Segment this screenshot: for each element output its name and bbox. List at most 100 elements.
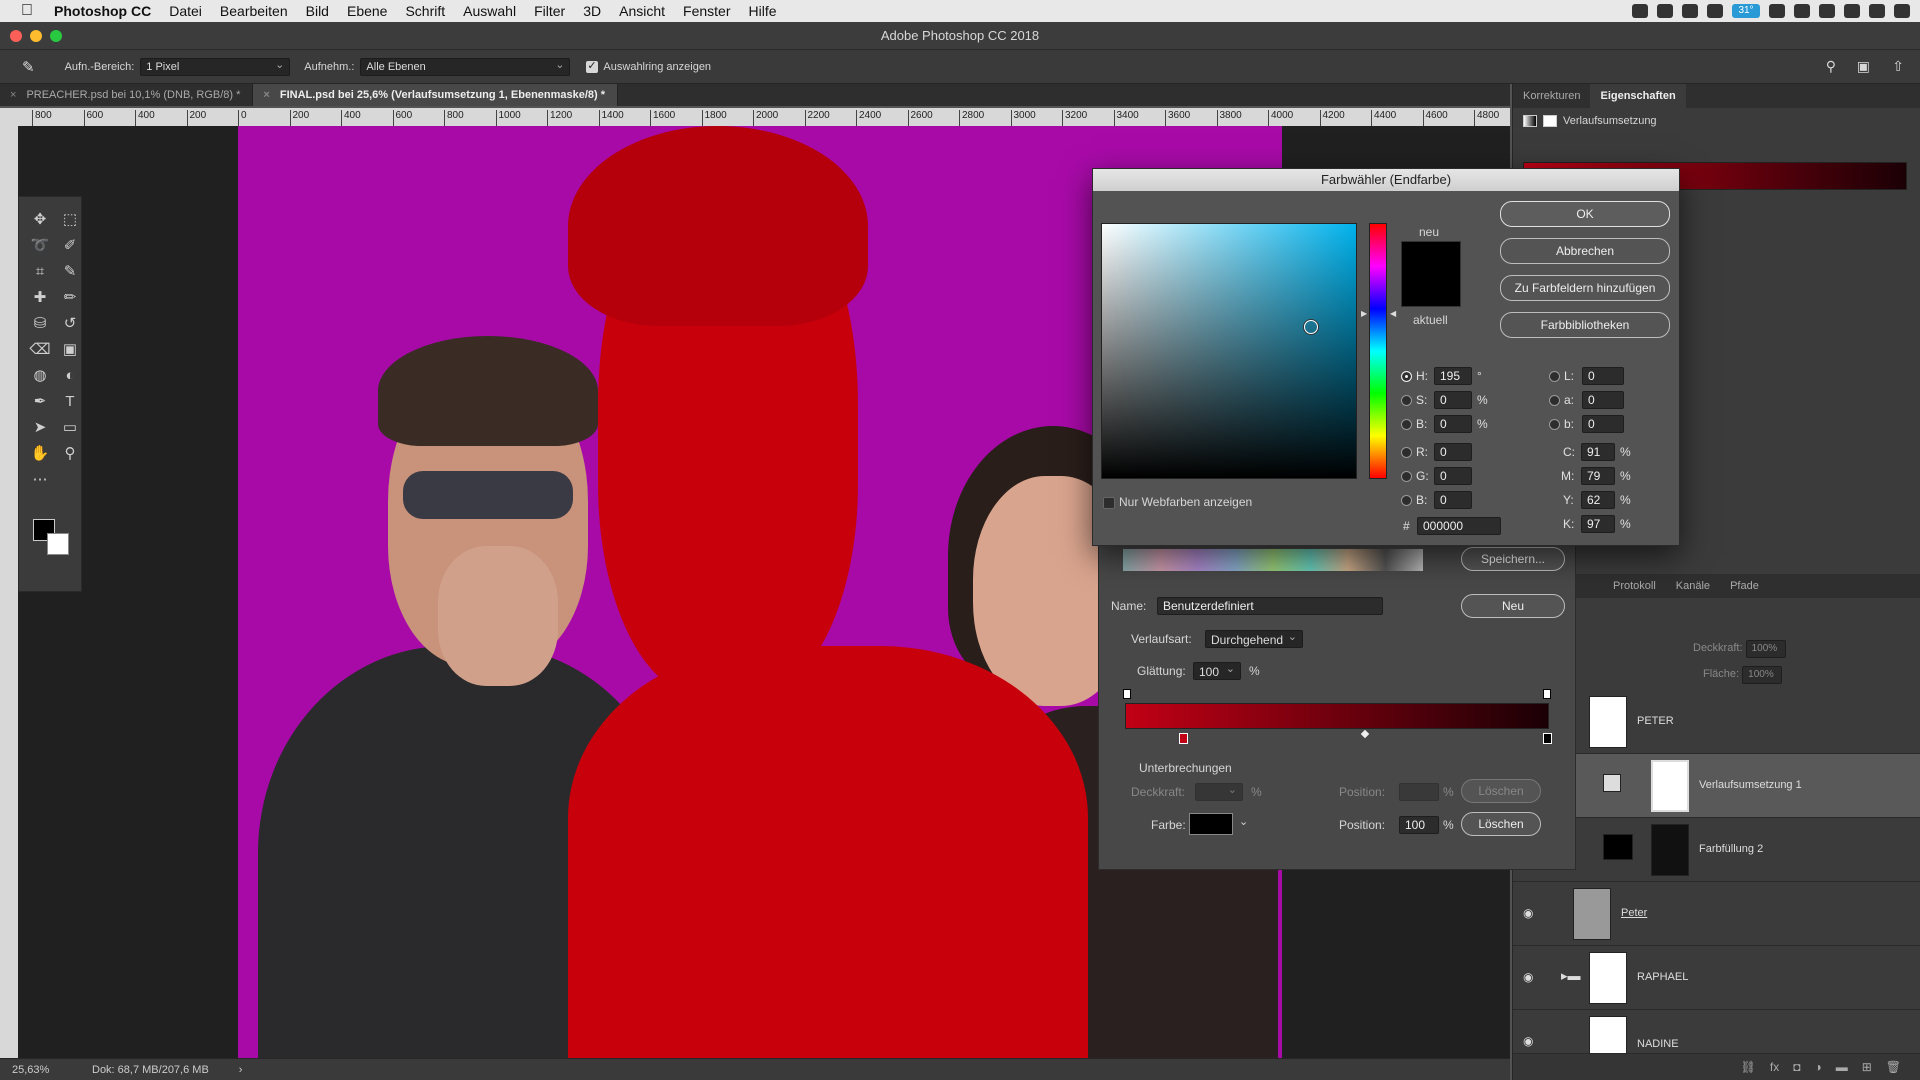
- airplay-icon[interactable]: [1794, 4, 1810, 18]
- saturation-radio[interactable]: [1401, 394, 1412, 406]
- green-field[interactable]: 0: [1434, 467, 1472, 485]
- lab-b-radio[interactable]: [1549, 418, 1560, 430]
- zoom-tool-icon[interactable]: ⚲: [57, 441, 83, 467]
- show-ring-checkbox[interactable]: [586, 59, 599, 73]
- hue-radio[interactable]: [1401, 370, 1412, 382]
- visibility-eye-icon[interactable]: ◉: [1523, 906, 1537, 920]
- wifi-icon[interactable]: [1769, 4, 1785, 18]
- layer-nadine-group[interactable]: ◉ NADINE: [1513, 1010, 1920, 1054]
- hand-tool-icon[interactable]: ✋: [27, 441, 53, 467]
- battery-icon[interactable]: [1819, 4, 1835, 18]
- brightness-field[interactable]: 0: [1434, 415, 1472, 433]
- red-field[interactable]: 0: [1434, 443, 1472, 461]
- stamp-tool-icon[interactable]: ⛁: [27, 311, 53, 337]
- hue-arrow-right-icon[interactable]: ◀: [1390, 309, 1396, 318]
- history-brush-tool-icon[interactable]: ↺: [57, 311, 83, 337]
- lab-b-field[interactable]: 0: [1582, 415, 1624, 433]
- stop-color-position-field[interactable]: 100: [1399, 816, 1439, 834]
- ruler-origin[interactable]: [0, 108, 18, 126]
- horizontal-ruler[interactable]: 800 600 400 200 0 200 400 600 800 1000 1200 1400 160…: [18, 108, 1510, 126]
- color-libraries-button[interactable]: Farbbibliotheken: [1500, 312, 1670, 338]
- menu-ebene[interactable]: Ebene: [347, 3, 387, 19]
- eraser-tool-icon[interactable]: ⌫: [27, 337, 53, 363]
- link-layers-icon[interactable]: ⛓: [1741, 1060, 1756, 1074]
- marquee-tool-icon[interactable]: ⬚: [57, 207, 83, 233]
- black-field[interactable]: 97: [1581, 515, 1615, 533]
- temperature-badge[interactable]: 31°: [1732, 4, 1760, 18]
- adjustment-icon[interactable]: ◑: [1814, 1060, 1821, 1074]
- visibility-eye-icon[interactable]: ◉: [1523, 1034, 1537, 1048]
- notification-icon[interactable]: [1894, 4, 1910, 18]
- move-tool-icon[interactable]: ✥: [27, 207, 53, 233]
- menu-fenster[interactable]: Fenster: [683, 3, 730, 19]
- tab-preacher[interactable]: × PREACHER.psd bei 10,1% (DNB, RGB/8) *: [0, 84, 254, 106]
- cyan-field[interactable]: 91: [1581, 443, 1615, 461]
- tab-kanaele[interactable]: Kanäle: [1666, 574, 1720, 598]
- spotlight-icon[interactable]: [1844, 4, 1860, 18]
- record-icon[interactable]: [1632, 4, 1648, 18]
- green-radio[interactable]: [1401, 470, 1412, 482]
- yellow-field[interactable]: 62: [1581, 491, 1615, 509]
- lab-a-field[interactable]: 0: [1582, 391, 1624, 409]
- add-to-swatches-button[interactable]: Zu Farbfeldern hinzufügen: [1500, 275, 1670, 301]
- cloud-icon[interactable]: [1707, 4, 1723, 18]
- tab-final[interactable]: × FINAL.psd bei 25,6% (Verlaufsumsetzung …: [253, 84, 619, 106]
- delete-color-stop-button[interactable]: Löschen: [1461, 812, 1541, 836]
- blue-field[interactable]: 0: [1434, 491, 1472, 509]
- hex-field[interactable]: 000000: [1417, 517, 1501, 535]
- cancel-button[interactable]: Abbrechen: [1500, 238, 1670, 264]
- more-tools-icon[interactable]: ⋯: [27, 467, 53, 493]
- lab-a-radio[interactable]: [1549, 394, 1560, 406]
- mask-icon[interactable]: [1543, 115, 1557, 127]
- healing-tool-icon[interactable]: ✚: [27, 285, 53, 311]
- gradient-ramp[interactable]: [1125, 703, 1549, 729]
- crop-tool-icon[interactable]: ⌗: [27, 259, 53, 285]
- opacity-field[interactable]: 100%: [1745, 640, 1786, 658]
- menu-filter[interactable]: Filter: [534, 3, 565, 19]
- menu-bild[interactable]: Bild: [306, 3, 329, 19]
- type-tool-icon[interactable]: T: [57, 389, 83, 415]
- hue-field[interactable]: 195: [1434, 367, 1472, 385]
- fill-field[interactable]: 100%: [1742, 666, 1783, 684]
- color-stop-left[interactable]: [1179, 733, 1188, 744]
- saturation-field[interactable]: 0: [1434, 391, 1472, 409]
- web-colors-checkbox[interactable]: [1103, 497, 1115, 509]
- menu-ansicht[interactable]: Ansicht: [619, 3, 665, 19]
- rectangle-tool-icon[interactable]: ▭: [57, 415, 83, 441]
- menu-datei[interactable]: Datei: [169, 3, 202, 19]
- brush-tool-icon[interactable]: ✏: [57, 285, 83, 311]
- pen-tool-icon[interactable]: ✒: [27, 389, 53, 415]
- lab-l-field[interactable]: 0: [1582, 367, 1624, 385]
- color-field-cursor[interactable]: [1304, 320, 1318, 334]
- menu-bearbeiten[interactable]: Bearbeiten: [220, 3, 288, 19]
- dropbox-icon[interactable]: [1682, 4, 1698, 18]
- eyedropper-tool-icon[interactable]: ✎: [57, 259, 83, 285]
- app-menu[interactable]: Photoshop CC: [54, 3, 151, 19]
- path-select-tool-icon[interactable]: ➤: [27, 415, 53, 441]
- brightness-radio[interactable]: [1401, 418, 1412, 430]
- menu-schrift[interactable]: Schrift: [405, 3, 445, 19]
- share-icon[interactable]: ⇧: [1892, 58, 1904, 75]
- save-gradient-button[interactable]: Speichern...: [1461, 547, 1565, 571]
- sample-layers-select[interactable]: Alle Ebenen: [360, 57, 571, 76]
- midpoint-diamond[interactable]: [1360, 729, 1370, 739]
- visibility-eye-icon[interactable]: ◉: [1523, 970, 1537, 984]
- quick-select-tool-icon[interactable]: ✐: [57, 233, 83, 259]
- new-gradient-button[interactable]: Neu: [1461, 594, 1565, 618]
- blur-tool-icon[interactable]: ◐: [57, 363, 83, 389]
- ok-button[interactable]: OK: [1500, 201, 1670, 227]
- menu-3d[interactable]: 3D: [583, 3, 601, 19]
- new-layer-icon[interactable]: ⊞: [1862, 1060, 1872, 1074]
- menu-auswahl[interactable]: Auswahl: [463, 3, 516, 19]
- layer-mask-thumbnail[interactable]: [1651, 760, 1689, 812]
- tab-pfade[interactable]: Pfade: [1720, 574, 1769, 598]
- smoothness-select[interactable]: 100: [1193, 662, 1241, 680]
- display-icon[interactable]: [1657, 4, 1673, 18]
- close-tab-icon[interactable]: ×: [10, 89, 16, 101]
- opacity-stop-right[interactable]: [1543, 689, 1551, 699]
- trash-icon[interactable]: 🗑: [1886, 1060, 1901, 1074]
- zoom-level[interactable]: 25,63%: [12, 1064, 72, 1076]
- layer-peter[interactable]: ◉ Peter: [1513, 882, 1920, 946]
- eyedropper-tool-preset-icon[interactable]: ✎: [22, 58, 35, 76]
- color-stop-right[interactable]: [1543, 733, 1552, 744]
